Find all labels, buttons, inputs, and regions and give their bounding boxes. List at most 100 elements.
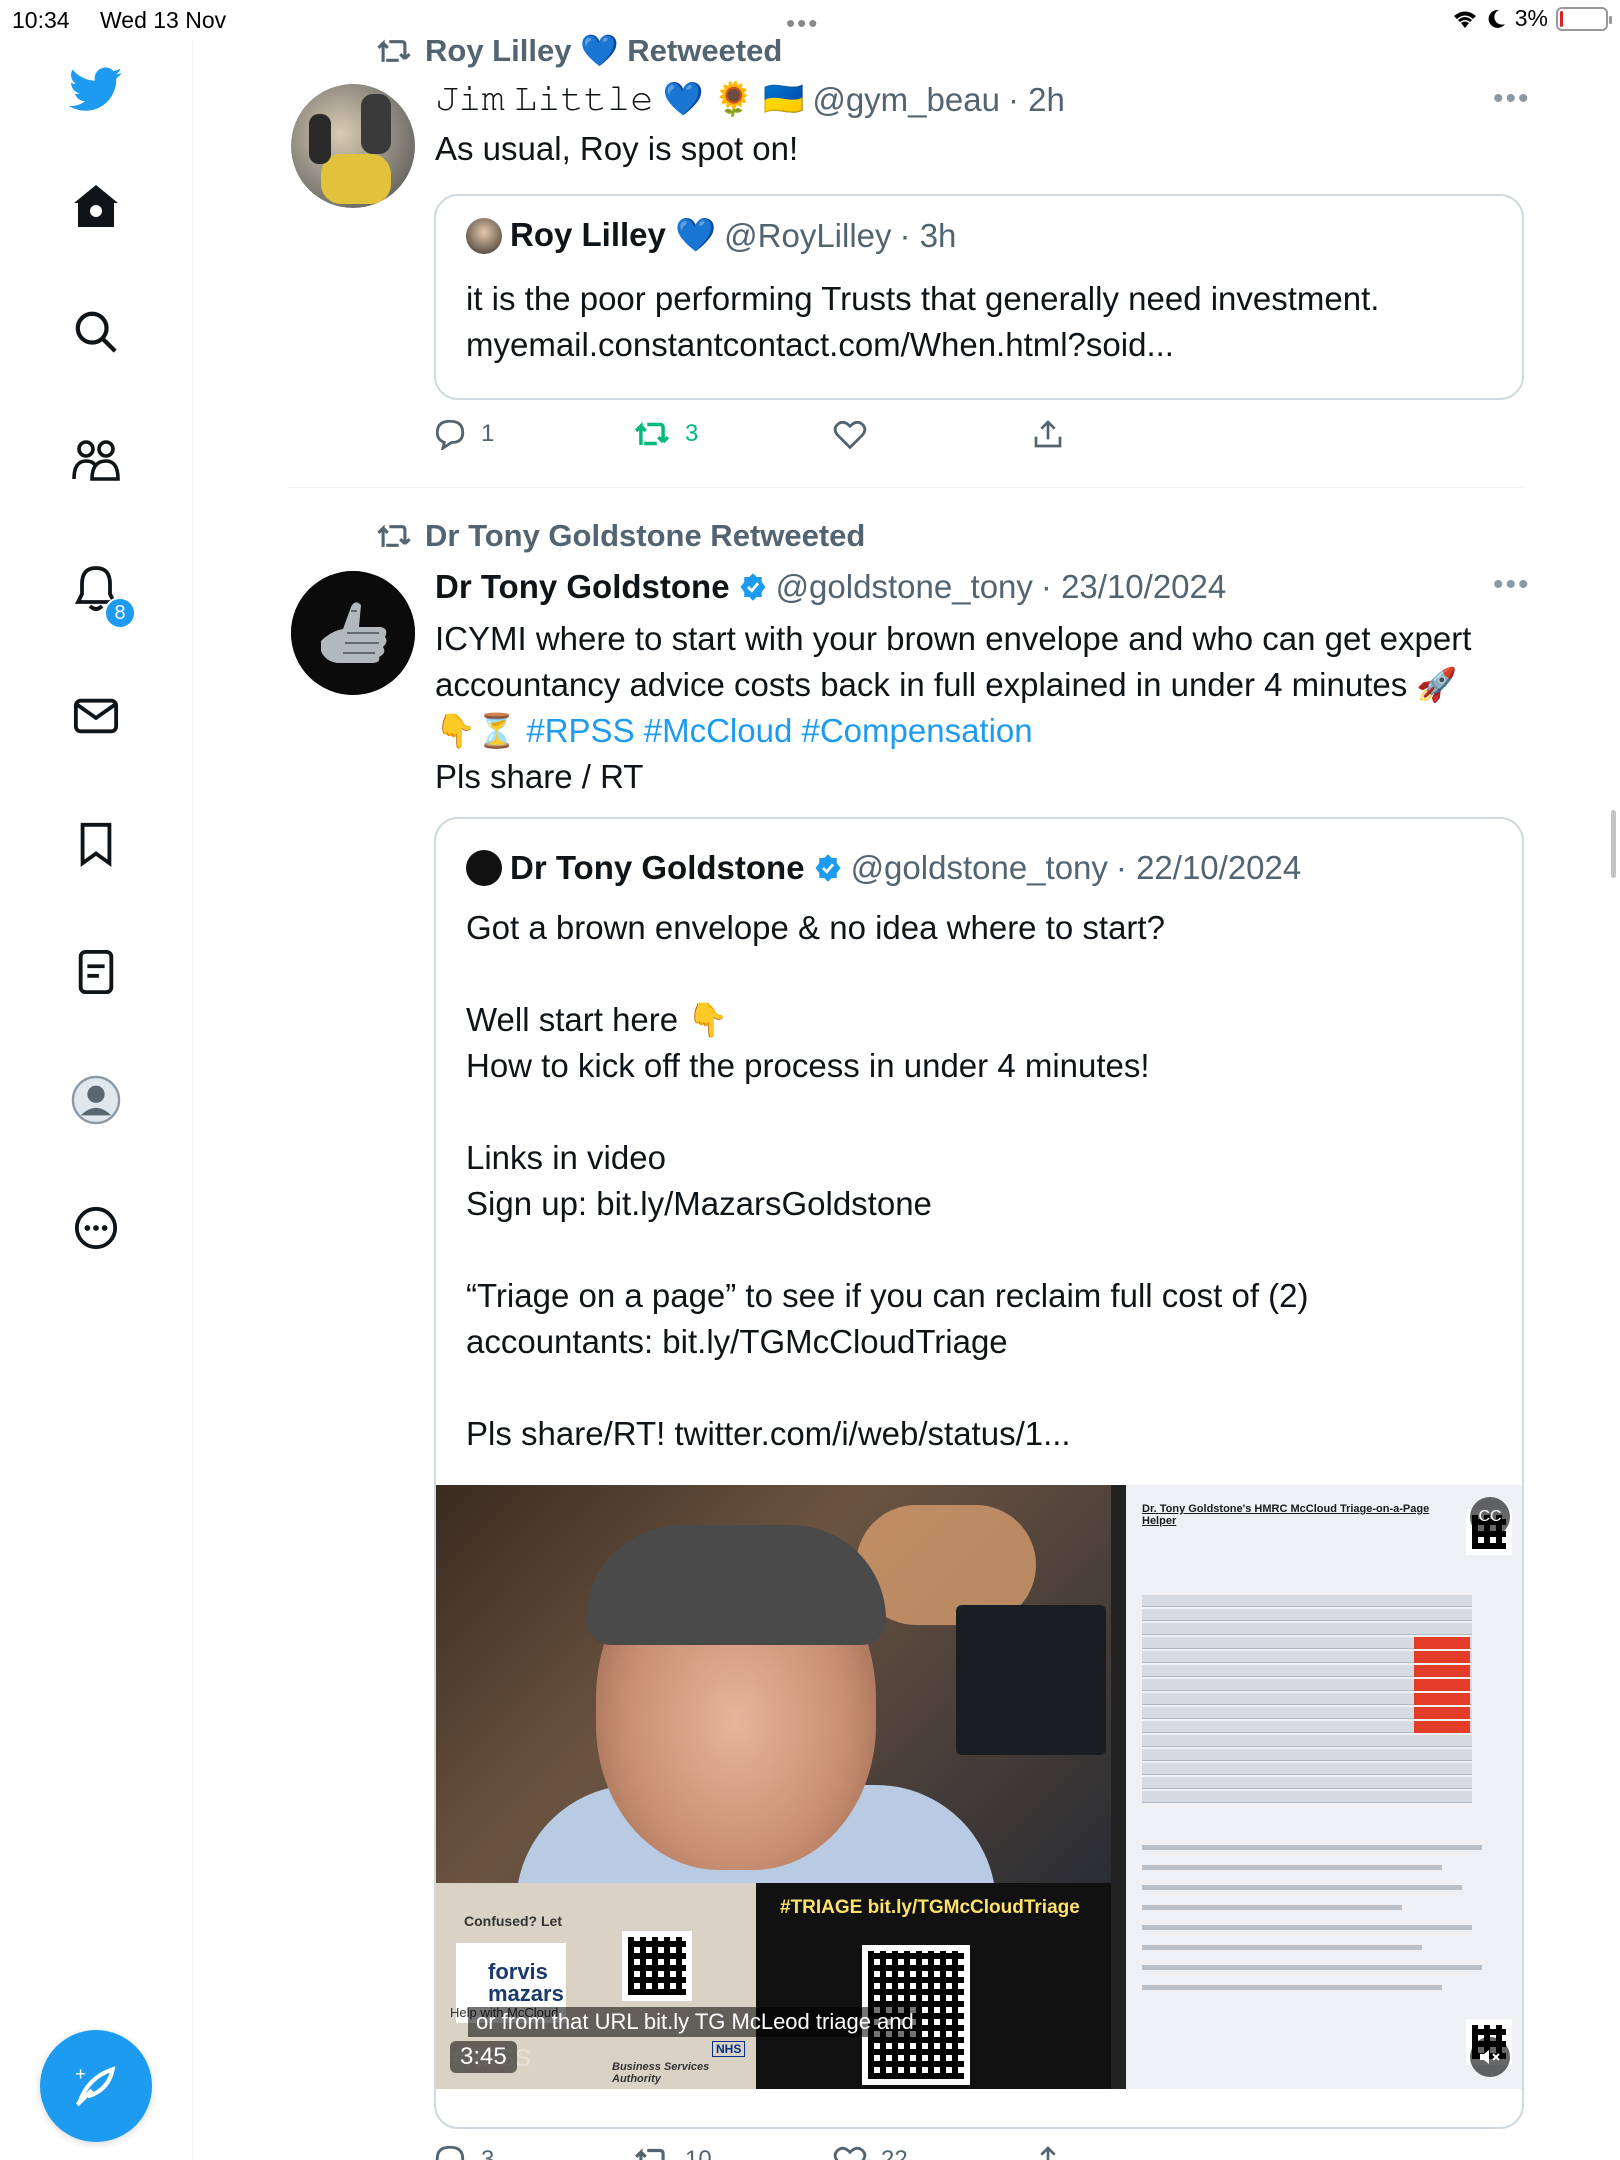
retweet-icon bbox=[377, 524, 411, 547]
status-bar: 10:34 Wed 13 Nov ••• 3% bbox=[0, 0, 1620, 40]
bookmark-icon[interactable] bbox=[64, 812, 128, 876]
battery-icon bbox=[1556, 6, 1612, 31]
quote-time: · 22/10/2024 bbox=[1115, 849, 1302, 886]
retweet-icon bbox=[634, 421, 670, 446]
tweet-header: Dr Tony Goldstone @goldstone_tony · 23/1… bbox=[435, 568, 1226, 606]
retweet-icon bbox=[377, 38, 411, 62]
tweet-text-line: ICYMI where to start with your brown env… bbox=[435, 620, 1472, 657]
lists-icon[interactable] bbox=[64, 940, 128, 1004]
svg-text:+: + bbox=[75, 2063, 86, 2084]
quote-header: Roy Lilley 💙 @RoyLilley · 3h bbox=[466, 216, 956, 255]
quote-link[interactable]: myemail.constantcontact.com/When.html?so… bbox=[466, 322, 1174, 368]
tweet-actions: 1 3 bbox=[433, 418, 1233, 450]
quote-avatar bbox=[466, 217, 502, 254]
quote-avatar bbox=[466, 850, 502, 886]
share-icon bbox=[1034, 420, 1062, 448]
quote-text-line[interactable]: Sign up: bit.ly/MazarsGoldstone bbox=[466, 1181, 932, 1227]
home-icon[interactable] bbox=[64, 174, 128, 238]
share-button[interactable] bbox=[1033, 2144, 1233, 2160]
qr-code-icon bbox=[622, 1931, 692, 2001]
video-player[interactable]: Dr. Tony Goldstone's HMRC McCloud Triage… bbox=[436, 1485, 1522, 2089]
retweet-icon bbox=[635, 2148, 665, 2160]
author-handle[interactable]: @gym_beau bbox=[812, 81, 1000, 119]
avatar[interactable] bbox=[291, 571, 415, 695]
tweet-time[interactable]: · 2h bbox=[1008, 81, 1065, 119]
status-time: 10:34 bbox=[12, 7, 70, 33]
communities-icon[interactable] bbox=[64, 428, 128, 492]
quote-tweet[interactable]: Dr Tony Goldstone @goldstone_tony · 22/1… bbox=[434, 817, 1524, 2129]
like-button[interactable]: 22 bbox=[833, 2145, 1033, 2160]
more-options-icon[interactable]: ••• bbox=[1493, 82, 1531, 116]
avatar[interactable] bbox=[291, 84, 415, 208]
video-triage-text: #TRIAGE bit.ly/TGMcCloudTriage bbox=[780, 1897, 1080, 1918]
author-handle[interactable]: @goldstone_tony bbox=[776, 568, 1033, 606]
moon-icon bbox=[1488, 9, 1505, 28]
share-button[interactable] bbox=[1033, 418, 1233, 450]
quote-author-name: Roy Lilley 💙 bbox=[510, 216, 717, 253]
quote-text-line: How to kick off the process in under 4 m… bbox=[466, 1047, 1150, 1084]
quote-author-handle: @goldstone_tony bbox=[850, 849, 1108, 886]
video-caption: or from that URL bit.ly TG McLeod triage… bbox=[468, 2007, 922, 2037]
heart-icon bbox=[833, 420, 867, 449]
retweet-button[interactable]: 3 bbox=[633, 419, 833, 449]
tweet-text-line: 👇⏳ #RPSS #McCloud #Compensation bbox=[435, 708, 1033, 754]
battery-percent: 3% bbox=[1514, 5, 1548, 31]
emoji-text: 👇⏳ bbox=[435, 712, 518, 749]
author-name[interactable]: Dr Tony Goldstone bbox=[435, 568, 730, 606]
quote-author-name: Dr Tony Goldstone bbox=[510, 849, 805, 886]
author-name[interactable]: 𝙹𝚒𝚖 𝙻𝚒𝚝𝚝𝚕𝚎 💙 🌻 🇺🇦 bbox=[435, 80, 804, 119]
tweet-header: 𝙹𝚒𝚖 𝙻𝚒𝚝𝚝𝚕𝚎 💙 🌻 🇺🇦 @gym_beau · 2h bbox=[435, 80, 1065, 119]
quote-text-line: Got a brown envelope & no idea where to … bbox=[466, 909, 1165, 946]
reply-button[interactable]: 3 bbox=[433, 2144, 633, 2160]
search-icon[interactable] bbox=[64, 300, 128, 364]
reply-icon bbox=[435, 419, 465, 450]
tweet-time[interactable]: · 23/10/2024 bbox=[1041, 568, 1226, 606]
retweet-label: Roy Lilley 💙 Retweeted bbox=[375, 32, 782, 69]
retweet-button[interactable]: 10 bbox=[633, 2145, 833, 2160]
compose-button[interactable]: + bbox=[40, 2030, 152, 2142]
more-circle-icon[interactable] bbox=[64, 1196, 128, 1260]
quote-text-line: Well start here 👇 bbox=[466, 1001, 729, 1038]
wifi-icon bbox=[1453, 11, 1476, 28]
notifications-badge: 8 bbox=[104, 597, 136, 629]
quote-text-line: it is the poor performing Trusts that ge… bbox=[466, 280, 1380, 317]
tweet-text: As usual, Roy is spot on! bbox=[435, 130, 799, 167]
scrollbar[interactable] bbox=[1611, 810, 1616, 878]
sidebar: 8 + bbox=[0, 40, 193, 2160]
quote-time: · 3h bbox=[899, 216, 957, 254]
status-date: Wed 13 Nov bbox=[100, 7, 227, 33]
hashtags-link[interactable]: #RPSS #McCloud #Compensation bbox=[526, 712, 1032, 749]
video-triage-sheet: Dr. Tony Goldstone's HMRC McCloud Triage… bbox=[1126, 1485, 1522, 2089]
tweet-text-line: Pls share / RT bbox=[435, 758, 644, 795]
like-button[interactable] bbox=[833, 419, 1033, 449]
quote-text-line[interactable]: accountants: bit.ly/TGMcCloudTriage bbox=[466, 1319, 1008, 1365]
quote-tweet[interactable]: Roy Lilley 💙 @RoyLilley · 3h it is the p… bbox=[434, 194, 1524, 400]
quote-header: Dr Tony Goldstone @goldstone_tony · 22/1… bbox=[466, 849, 1301, 887]
sheet-title: Dr. Tony Goldstone's HMRC McCloud Triage… bbox=[1142, 1503, 1430, 1527]
divider bbox=[288, 487, 1523, 488]
compose-feather-icon: + bbox=[75, 2063, 116, 2107]
video-frame-presenter bbox=[436, 1485, 1111, 1905]
share-icon bbox=[1040, 2146, 1056, 2160]
status-right: 3% bbox=[1451, 5, 1612, 32]
reply-button[interactable]: 1 bbox=[433, 418, 633, 450]
verified-badge-icon bbox=[815, 854, 841, 882]
quote-text-line[interactable]: Pls share/RT! twitter.com/i/web/status/1… bbox=[466, 1411, 1071, 1457]
retweet-label: Dr Tony Goldstone Retweeted bbox=[375, 518, 865, 554]
mail-icon[interactable] bbox=[64, 684, 128, 748]
reply-icon bbox=[435, 2145, 465, 2160]
twitter-bird-icon[interactable] bbox=[64, 58, 128, 122]
profile-icon[interactable] bbox=[64, 1068, 128, 1132]
quote-text-line: Links in video bbox=[466, 1139, 666, 1176]
closed-captions-icon[interactable]: CC bbox=[1470, 1497, 1510, 1537]
tweet-text-line: accountancy advice costs back in full ex… bbox=[435, 666, 1458, 703]
multitask-dots-icon[interactable]: ••• bbox=[786, 8, 819, 39]
mute-icon[interactable] bbox=[1470, 2037, 1510, 2077]
more-options-icon[interactable]: ••• bbox=[1493, 568, 1531, 602]
quote-text-line: “Triage on a page” to see if you can rec… bbox=[466, 1277, 1309, 1314]
verified-badge-icon bbox=[740, 573, 766, 601]
video-timecode: 3:45 bbox=[450, 2041, 517, 2073]
tweet-actions: 3 10 22 bbox=[433, 2144, 1233, 2160]
quote-author-handle: @RoyLilley bbox=[724, 216, 892, 254]
heart-icon bbox=[833, 2146, 867, 2160]
